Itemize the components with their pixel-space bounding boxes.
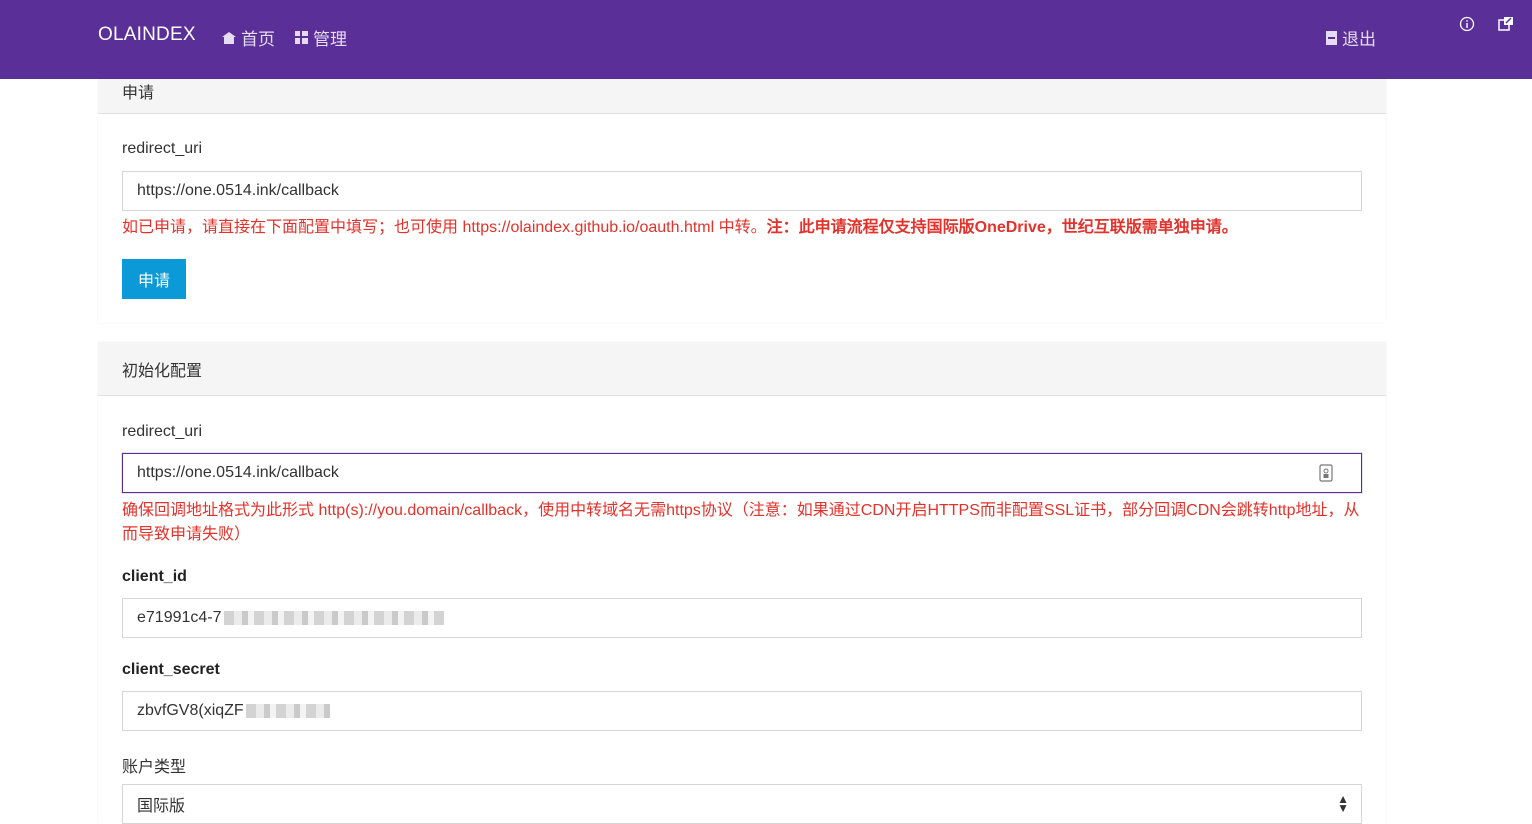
init-redirect-field[interactable]: https://one.0514.ink/callback: [122, 453, 1362, 493]
nav-home-label: 首页: [241, 30, 275, 49]
door-icon: [1326, 30, 1337, 45]
redacted-client-id: [223, 611, 444, 625]
nav-home-link[interactable]: 首页: [222, 25, 275, 50]
apply-redirect-field[interactable]: https://one.0514.ink/callback: [122, 171, 1362, 211]
info-icon[interactable]: [1459, 16, 1475, 37]
apply-help-plain: 如已申请，请直接在下面配置中填写；也可使用 https://olaindex.g…: [122, 219, 767, 236]
init-card-header: 初始化配置: [98, 342, 1386, 396]
init-redirect-value: https://one.0514.ink/callback: [137, 464, 339, 481]
client-id-value: e71991c4-7: [137, 609, 222, 626]
apply-button[interactable]: 申请: [122, 259, 186, 299]
account-type-label: 账户类型: [122, 759, 187, 776]
apply-card: 申请 redirect_uri https://one.0514.ink/cal…: [98, 79, 1386, 323]
apply-card-header: 申请: [98, 79, 1386, 114]
init-config-card: 初始化配置 redirect_uri https://one.0514.ink/…: [98, 342, 1386, 824]
apply-help-text: 如已申请，请直接在下面配置中填写；也可使用 https://olaindex.g…: [122, 216, 1372, 240]
logout-link[interactable]: 退出: [1326, 25, 1376, 50]
account-type-value: 国际版: [137, 798, 186, 815]
client-id-field[interactable]: e71991c4-7: [122, 598, 1362, 638]
client-secret-field[interactable]: zbvfGV8(xiqZF: [122, 691, 1362, 731]
external-icon[interactable]: [1498, 16, 1514, 37]
logout-label: 退出: [1342, 30, 1376, 49]
account-type-select[interactable]: 国际版 ▲ ▼: [122, 784, 1362, 824]
autofill-key-icon[interactable]: [1319, 464, 1333, 487]
client-id-label: client_id: [122, 568, 187, 585]
redacted-client-secret: [245, 704, 330, 718]
home-icon: [222, 31, 236, 44]
top-navbar: OLAINDEX 首页 管理 退出: [0, 0, 1532, 79]
apply-redirect-label: redirect_uri: [122, 140, 203, 157]
init-redirect-label: redirect_uri: [122, 423, 203, 440]
init-redirect-help: 确保回调地址格式为此形式 http(s)://you.domain/callba…: [122, 502, 1360, 543]
apply-card-title: 申请: [122, 85, 155, 102]
select-arrows-icon: ▲ ▼: [1337, 792, 1349, 815]
init-card-title: 初始化配置: [122, 362, 203, 380]
client-secret-value: zbvfGV8(xiqZF: [137, 702, 244, 719]
nav-manage-link[interactable]: 管理: [295, 25, 347, 50]
nav-manage-label: 管理: [313, 30, 347, 49]
brand-logo[interactable]: OLAINDEX: [98, 24, 196, 46]
apply-help-bold: 注：此申请流程仅支持国际版OneDrive，世纪互联版需单独申请。: [766, 219, 1238, 236]
client-secret-label: client_secret: [122, 661, 220, 678]
apply-redirect-value: https://one.0514.ink/callback: [137, 182, 339, 199]
grid-icon: [295, 31, 308, 44]
